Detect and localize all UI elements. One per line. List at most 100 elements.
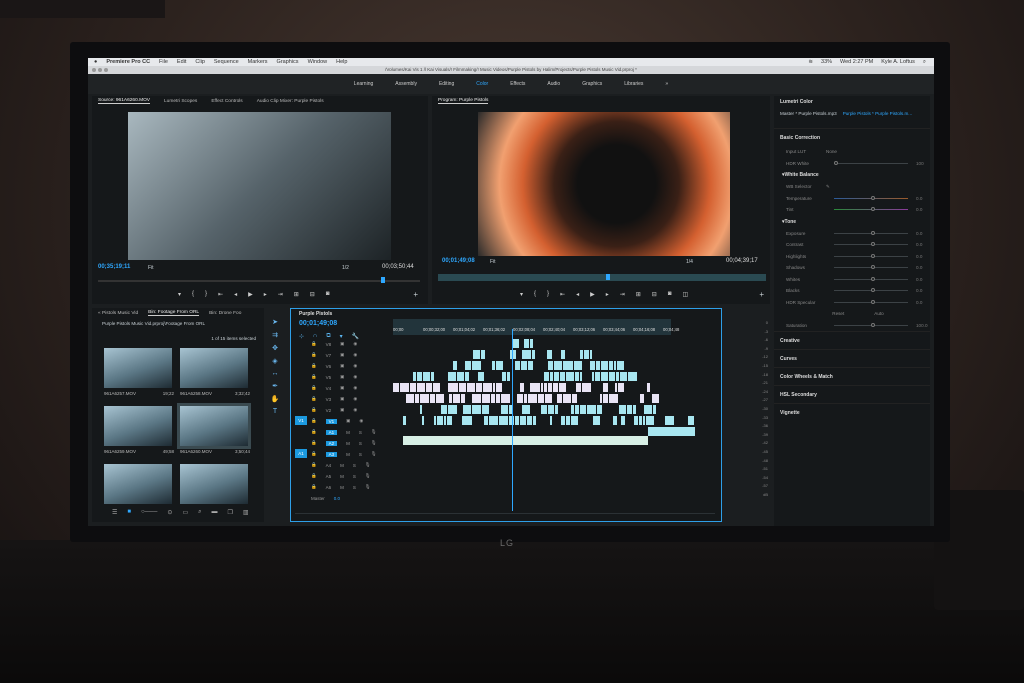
video-clip[interactable] xyxy=(565,416,570,425)
video-clip[interactable] xyxy=(603,394,609,403)
app-menu[interactable]: Premiere Pro CC xyxy=(106,59,150,65)
timeline-horizontal-scrollbar[interactable] xyxy=(295,513,715,514)
video-clip[interactable] xyxy=(619,372,628,381)
razor-tool-icon[interactable]: ◈ xyxy=(272,357,277,365)
solo-button[interactable]: S xyxy=(359,430,362,435)
video-clip[interactable] xyxy=(466,383,475,392)
menu-edit[interactable]: Edit xyxy=(177,59,186,65)
video-clip[interactable] xyxy=(515,416,519,425)
list-view-icon[interactable]: ☰ xyxy=(112,509,117,516)
video-clip[interactable] xyxy=(540,383,543,392)
video-clip[interactable] xyxy=(471,394,481,403)
video-clip[interactable] xyxy=(590,361,595,370)
video-clip[interactable] xyxy=(426,383,433,392)
slider[interactable] xyxy=(834,276,908,281)
video-clip[interactable] xyxy=(621,416,626,425)
tone-header[interactable]: ▾ Tone xyxy=(774,216,930,228)
lumetri-section[interactable]: Vignette xyxy=(774,403,930,421)
sync-icon[interactable]: ▣ xyxy=(340,363,344,369)
video-clip[interactable] xyxy=(561,350,565,359)
slider[interactable] xyxy=(834,265,908,270)
video-clip[interactable] xyxy=(464,361,472,370)
video-clip[interactable] xyxy=(576,383,581,392)
track-target[interactable]: V3 xyxy=(326,397,332,402)
video-clip[interactable] xyxy=(495,361,504,370)
track-target[interactable]: V5 xyxy=(326,375,332,380)
video-clip[interactable] xyxy=(502,372,507,381)
video-clip[interactable] xyxy=(541,405,548,414)
video-clip[interactable] xyxy=(532,416,536,425)
lumetri-section[interactable]: Creative xyxy=(774,331,930,349)
video-clip[interactable] xyxy=(492,361,495,370)
video-clip[interactable] xyxy=(493,383,496,392)
video-clip[interactable] xyxy=(419,405,422,414)
camera-icon[interactable]: ◙ xyxy=(668,291,672,298)
workspace-tab-1[interactable]: Assembly xyxy=(395,81,417,87)
go-to-in-icon[interactable]: ⇤ xyxy=(560,291,565,298)
apple-icon[interactable]: ● xyxy=(94,59,97,65)
video-clip[interactable] xyxy=(507,372,510,381)
slider-value[interactable]: 0.0 xyxy=(916,277,930,282)
track-target[interactable]: V7 xyxy=(326,353,332,358)
marker-icon[interactable]: ▾ xyxy=(520,291,523,298)
tab-lumetri-color[interactable]: Lumetri Color xyxy=(774,96,930,108)
section-basic-correction[interactable]: Basic Correction xyxy=(774,128,930,146)
video-clip[interactable] xyxy=(581,383,592,392)
video-clip[interactable] xyxy=(600,361,609,370)
slider[interactable] xyxy=(834,195,908,200)
add-button-icon[interactable]: + xyxy=(759,290,764,299)
video-clip[interactable] xyxy=(553,361,563,370)
user-name[interactable]: Kyle A. Loftus xyxy=(881,59,915,66)
lumetri-section[interactable]: Color Wheels & Match xyxy=(774,367,930,385)
video-clip[interactable] xyxy=(416,372,423,381)
search-icon[interactable]: ⌕ xyxy=(923,59,926,66)
slider[interactable] xyxy=(834,242,908,247)
video-clip[interactable] xyxy=(609,394,618,403)
new-item-icon[interactable]: ❐ xyxy=(227,509,232,516)
video-clip[interactable] xyxy=(422,416,425,425)
video-clip[interactable] xyxy=(500,394,511,403)
source-scrubber[interactable] xyxy=(98,277,420,283)
lock-icon[interactable]: 🔒 xyxy=(311,352,317,358)
menu-file[interactable]: File xyxy=(159,59,168,65)
video-clip[interactable] xyxy=(558,383,566,392)
camera-icon[interactable]: ◙ xyxy=(326,291,330,298)
video-clip[interactable] xyxy=(419,394,429,403)
video-clip[interactable] xyxy=(562,394,571,403)
eye-icon[interactable]: ◉ xyxy=(353,374,357,380)
video-clip[interactable] xyxy=(596,405,602,414)
white-balance-header[interactable]: ▾ White Balance xyxy=(774,169,930,181)
ripple-edit-tool-icon[interactable]: ✥ xyxy=(272,344,278,352)
solo-button[interactable]: S xyxy=(353,463,356,468)
video-clip[interactable] xyxy=(527,361,534,370)
video-clip[interactable] xyxy=(393,383,399,392)
video-clip[interactable] xyxy=(548,405,555,414)
video-clip[interactable] xyxy=(580,405,586,414)
video-clip[interactable] xyxy=(476,383,483,392)
mute-button[interactable]: M xyxy=(340,463,344,468)
sync-icon[interactable]: ▣ xyxy=(346,418,350,424)
slider-value[interactable]: 0.0 xyxy=(916,242,930,247)
eye-icon[interactable]: ◉ xyxy=(359,418,363,424)
master-value[interactable]: 0.0 xyxy=(334,496,340,501)
video-clip[interactable] xyxy=(437,416,443,425)
clock[interactable]: Wed 2:27 PM xyxy=(840,59,873,66)
video-clip[interactable] xyxy=(516,394,524,403)
video-clip[interactable] xyxy=(481,394,491,403)
mute-button[interactable]: M xyxy=(340,485,344,490)
program-timecode[interactable]: 00;01;49;08 xyxy=(442,258,475,264)
sync-icon[interactable]: ▣ xyxy=(340,385,344,391)
video-clip[interactable] xyxy=(570,416,578,425)
pen-tool-icon[interactable]: ✒ xyxy=(272,382,278,390)
track-target[interactable]: A6 xyxy=(326,485,332,490)
video-clip[interactable] xyxy=(553,372,560,381)
video-clip[interactable] xyxy=(628,372,638,381)
selection-tool-icon[interactable]: ➤ xyxy=(272,318,278,326)
video-clip[interactable] xyxy=(556,394,562,403)
solo-button[interactable]: S xyxy=(359,441,362,446)
video-clip[interactable] xyxy=(639,394,644,403)
clip-thumbnail[interactable] xyxy=(104,348,172,388)
video-clip[interactable] xyxy=(462,416,473,425)
slip-tool-icon[interactable]: ↔ xyxy=(272,370,279,377)
workspace-tab-6[interactable]: Graphics xyxy=(582,81,602,87)
